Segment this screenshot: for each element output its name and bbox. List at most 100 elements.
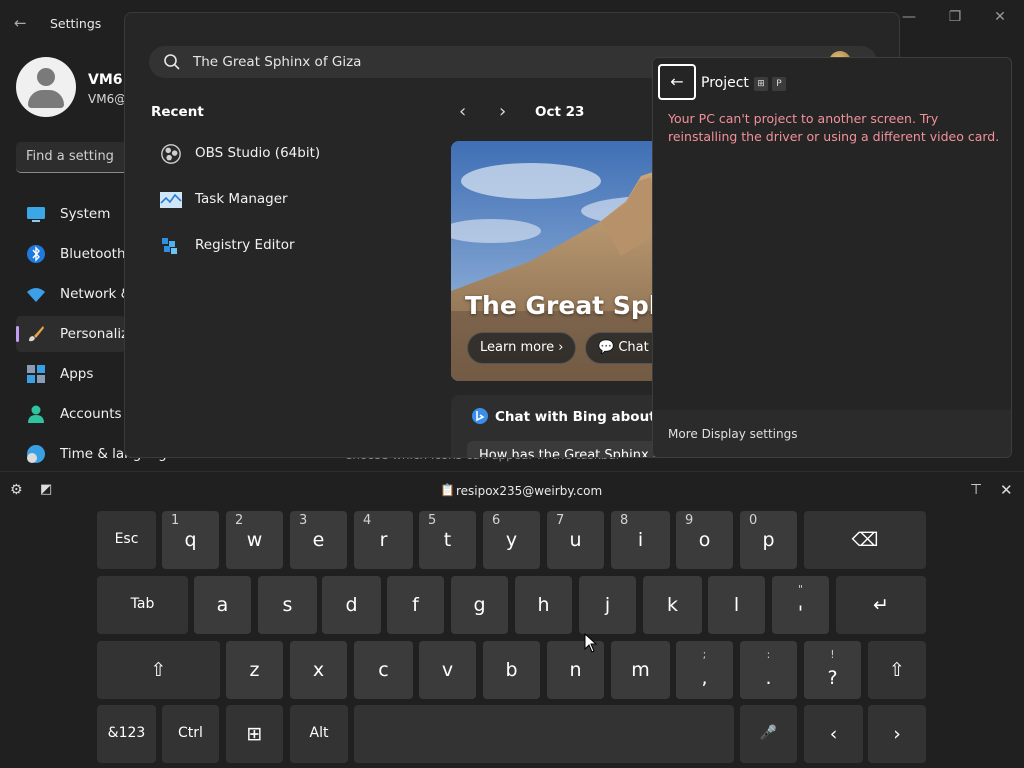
find-setting-input[interactable]: Find a setting: [16, 142, 136, 173]
key-alt-label: 0: [749, 513, 758, 528]
right-arrow-key[interactable]: ›: [868, 705, 926, 763]
gear-icon[interactable]: ⚙: [10, 482, 26, 498]
dock-keyboard-icon[interactable]: ⊤: [970, 482, 982, 498]
project-error-message: Your PC can't project to another screen.…: [668, 111, 1000, 144]
key-i[interactable]: 8i: [611, 511, 670, 569]
back-button[interactable]: ←: [658, 64, 696, 100]
clipboard-suggestion[interactable]: resipox235@weirby.com: [456, 484, 602, 498]
windows-key[interactable]: ⊞: [226, 705, 283, 763]
key-r[interactable]: 4r: [354, 511, 413, 569]
back-arrow-icon: ←: [670, 72, 684, 91]
shift-key[interactable]: ⇧: [97, 641, 220, 699]
key-z[interactable]: z: [226, 641, 283, 699]
key-alt-label: 3: [299, 513, 308, 528]
key-label: t: [443, 529, 452, 551]
question-key[interactable]: !?: [804, 641, 861, 699]
key-s[interactable]: s: [258, 576, 317, 634]
key-label: l: [733, 594, 740, 616]
sidebar-item-label: System: [60, 206, 111, 222]
backspace-key[interactable]: ⌫: [804, 511, 926, 569]
apostrophe-key[interactable]: " ': [772, 576, 829, 634]
enter-key[interactable]: ↵: [836, 576, 926, 634]
brush-icon: [29, 326, 44, 342]
left-arrow-key[interactable]: ‹: [804, 705, 863, 763]
key-d[interactable]: d: [322, 576, 381, 634]
key-label: i: [637, 529, 644, 551]
key-alt-label: 7: [556, 513, 565, 528]
close-keyboard-icon[interactable]: ✕: [1000, 481, 1013, 499]
key-c[interactable]: c: [354, 641, 413, 699]
key-g[interactable]: g: [451, 576, 508, 634]
monitor-icon: [27, 207, 45, 222]
key-label: ↵: [873, 594, 889, 616]
sidebar-item-accounts[interactable]: Accounts: [16, 396, 126, 432]
sidebar-item-time-language[interactable]: Time & language: [16, 436, 175, 472]
key-e[interactable]: 3e: [290, 511, 347, 569]
sidebar-item-bluetooth[interactable]: Bluetooth: [16, 236, 126, 272]
sidebar-item-label: Accounts: [60, 406, 122, 422]
back-arrow-icon[interactable]: ←: [14, 14, 34, 34]
key-label: k: [666, 594, 678, 616]
recent-item-obs[interactable]: OBS Studio (64bit): [155, 137, 415, 169]
key-shift-label: !: [830, 648, 835, 661]
period-key[interactable]: :.: [740, 641, 797, 699]
registry-icon: [162, 238, 177, 254]
key-t[interactable]: 5t: [419, 511, 476, 569]
sidebar-item-personalization[interactable]: Personaliza: [16, 316, 137, 352]
esc-key[interactable]: Esc: [97, 511, 156, 569]
sidebar-item-system[interactable]: System: [16, 196, 126, 232]
key-j[interactable]: j: [579, 576, 636, 634]
shift-key[interactable]: ⇧: [868, 641, 926, 699]
microphone-key[interactable]: 🎤: [740, 705, 797, 763]
key-v[interactable]: v: [419, 641, 476, 699]
recent-item-label: Registry Editor: [195, 237, 295, 253]
key-label: ›: [893, 723, 901, 745]
key-l[interactable]: l: [708, 576, 765, 634]
comma-key[interactable]: ;,: [676, 641, 733, 699]
key-alt-label: 2: [235, 513, 244, 528]
key-label: w: [246, 529, 263, 551]
key-w[interactable]: 2w: [226, 511, 283, 569]
restore-icon[interactable]: ❐: [943, 8, 967, 28]
key-p[interactable]: 0p: [740, 511, 797, 569]
emoji-sticker-icon[interactable]: ◩: [40, 482, 56, 498]
key-k[interactable]: k: [643, 576, 702, 634]
key-label: m: [631, 659, 650, 681]
ctrl-key[interactable]: Ctrl: [162, 705, 219, 763]
learn-more-button[interactable]: Learn more ›: [467, 332, 576, 364]
key-label: q: [184, 529, 197, 551]
key-label: Alt: [309, 725, 329, 741]
key-label: y: [505, 529, 518, 551]
clock-globe-icon: [27, 445, 45, 463]
obs-icon: [161, 144, 181, 164]
alt-key[interactable]: Alt: [290, 705, 348, 763]
key-label: a: [216, 594, 229, 616]
key-y[interactable]: 6y: [483, 511, 540, 569]
sidebar-item-network[interactable]: Network &: [16, 276, 131, 312]
key-x[interactable]: x: [290, 641, 347, 699]
key-label: ⌫: [851, 529, 879, 551]
key-q[interactable]: 1q: [162, 511, 219, 569]
sidebar-item-apps[interactable]: Apps: [16, 356, 126, 392]
project-footer: More Display settings: [653, 410, 1011, 457]
key-o[interactable]: 9o: [676, 511, 733, 569]
minimize-icon[interactable]: —: [897, 8, 921, 28]
key-h[interactable]: h: [515, 576, 572, 634]
symbols-key[interactable]: &123: [97, 705, 156, 763]
previous-arrow-icon[interactable]: ‹: [459, 101, 479, 123]
key-alt-label: 4: [363, 513, 372, 528]
key-a[interactable]: a: [194, 576, 251, 634]
key-m[interactable]: m: [611, 641, 670, 699]
close-icon[interactable]: ✕: [988, 8, 1012, 28]
key-b[interactable]: b: [483, 641, 540, 699]
next-arrow-icon[interactable]: ›: [499, 101, 519, 123]
recent-item-task-manager[interactable]: Task Manager: [155, 183, 415, 215]
tab-key[interactable]: Tab: [97, 576, 188, 634]
recent-item-registry-editor[interactable]: Registry Editor: [155, 229, 415, 261]
key-f[interactable]: f: [387, 576, 444, 634]
more-display-settings-link[interactable]: More Display settings: [668, 427, 797, 441]
search-query: The Great Sphinx of Giza: [193, 54, 362, 70]
space-key[interactable]: [354, 705, 734, 763]
key-label: ⊞: [246, 723, 263, 745]
key-u[interactable]: 7u: [547, 511, 604, 569]
